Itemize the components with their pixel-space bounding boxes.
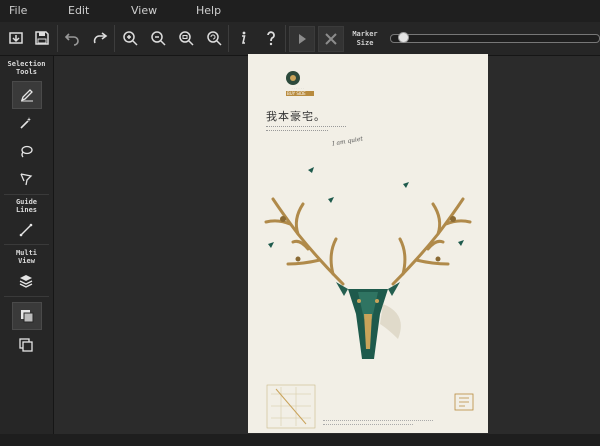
overlay-squares-icon (21, 310, 34, 323)
toolbar-separator (57, 25, 58, 52)
sidebar-divider (4, 194, 49, 195)
tool-sidebar: Selection Tools Guide Lines Multi View (0, 56, 54, 434)
info-icon[interactable] (231, 26, 255, 50)
menu-view[interactable]: View (131, 4, 157, 17)
lasso-tool[interactable] (12, 138, 40, 164)
magic-wand-tool[interactable] (12, 110, 40, 136)
sidebar-divider (4, 296, 49, 297)
location-map (266, 384, 316, 429)
sidebar-divider (4, 244, 49, 245)
poster-image[interactable]: · · · · · · BUY SIDE 我本豪宅。 I am quiet (248, 54, 488, 433)
brand-name: BUY SIDE (287, 91, 306, 96)
selection-tools-heading: Selection Tools (7, 60, 46, 76)
polygon-lasso-icon (20, 173, 33, 186)
compare-view-button[interactable] (12, 332, 40, 358)
undo-icon[interactable] (60, 26, 84, 50)
lasso-icon (21, 145, 33, 158)
pen-icon (20, 89, 33, 102)
marker-size-label: Marker Size (352, 30, 378, 47)
zoom-out-icon[interactable] (146, 26, 170, 50)
magic-wand-icon (20, 117, 31, 129)
layers-icon (19, 275, 33, 288)
menu-edit[interactable]: Edit (68, 4, 89, 17)
deer-illustration (264, 167, 472, 359)
guide-line-tool[interactable] (12, 217, 40, 243)
guide-lines-heading: Guide Lines (15, 198, 38, 214)
signature-text: I am quiet (331, 135, 364, 148)
menu-bar: File Edit View Help (0, 0, 600, 23)
toolbar-separator (228, 25, 229, 52)
status-bar (0, 434, 600, 446)
overlay-view-button[interactable] (12, 302, 42, 330)
stacked-squares-icon (19, 338, 33, 352)
play-icon[interactable] (289, 26, 315, 52)
zoom-fit-icon[interactable] (174, 26, 198, 50)
help-icon[interactable] (259, 26, 283, 50)
menu-file[interactable]: File (9, 4, 27, 17)
open-folder-icon[interactable] (4, 26, 28, 50)
menu-help[interactable]: Help (196, 4, 221, 17)
pen-select-tool[interactable] (12, 81, 42, 109)
multi-view-heading: Multi View (15, 249, 38, 265)
save-icon[interactable] (30, 26, 54, 50)
marker-size-slider-handle[interactable] (398, 32, 409, 43)
toolbar-separator (114, 25, 115, 52)
poster-headline: 我本豪宅。 (266, 110, 326, 123)
line-icon (19, 223, 33, 237)
polygon-lasso-tool[interactable] (12, 166, 40, 192)
zoom-in-icon[interactable] (118, 26, 142, 50)
small-logo (454, 393, 474, 411)
marker-size-slider[interactable] (390, 34, 600, 43)
layers-view-button[interactable] (12, 268, 40, 294)
toolbar-separator (285, 25, 286, 52)
close-icon[interactable] (318, 26, 344, 52)
zoom-reset-icon[interactable] (202, 26, 226, 50)
redo-icon[interactable] (88, 26, 112, 50)
